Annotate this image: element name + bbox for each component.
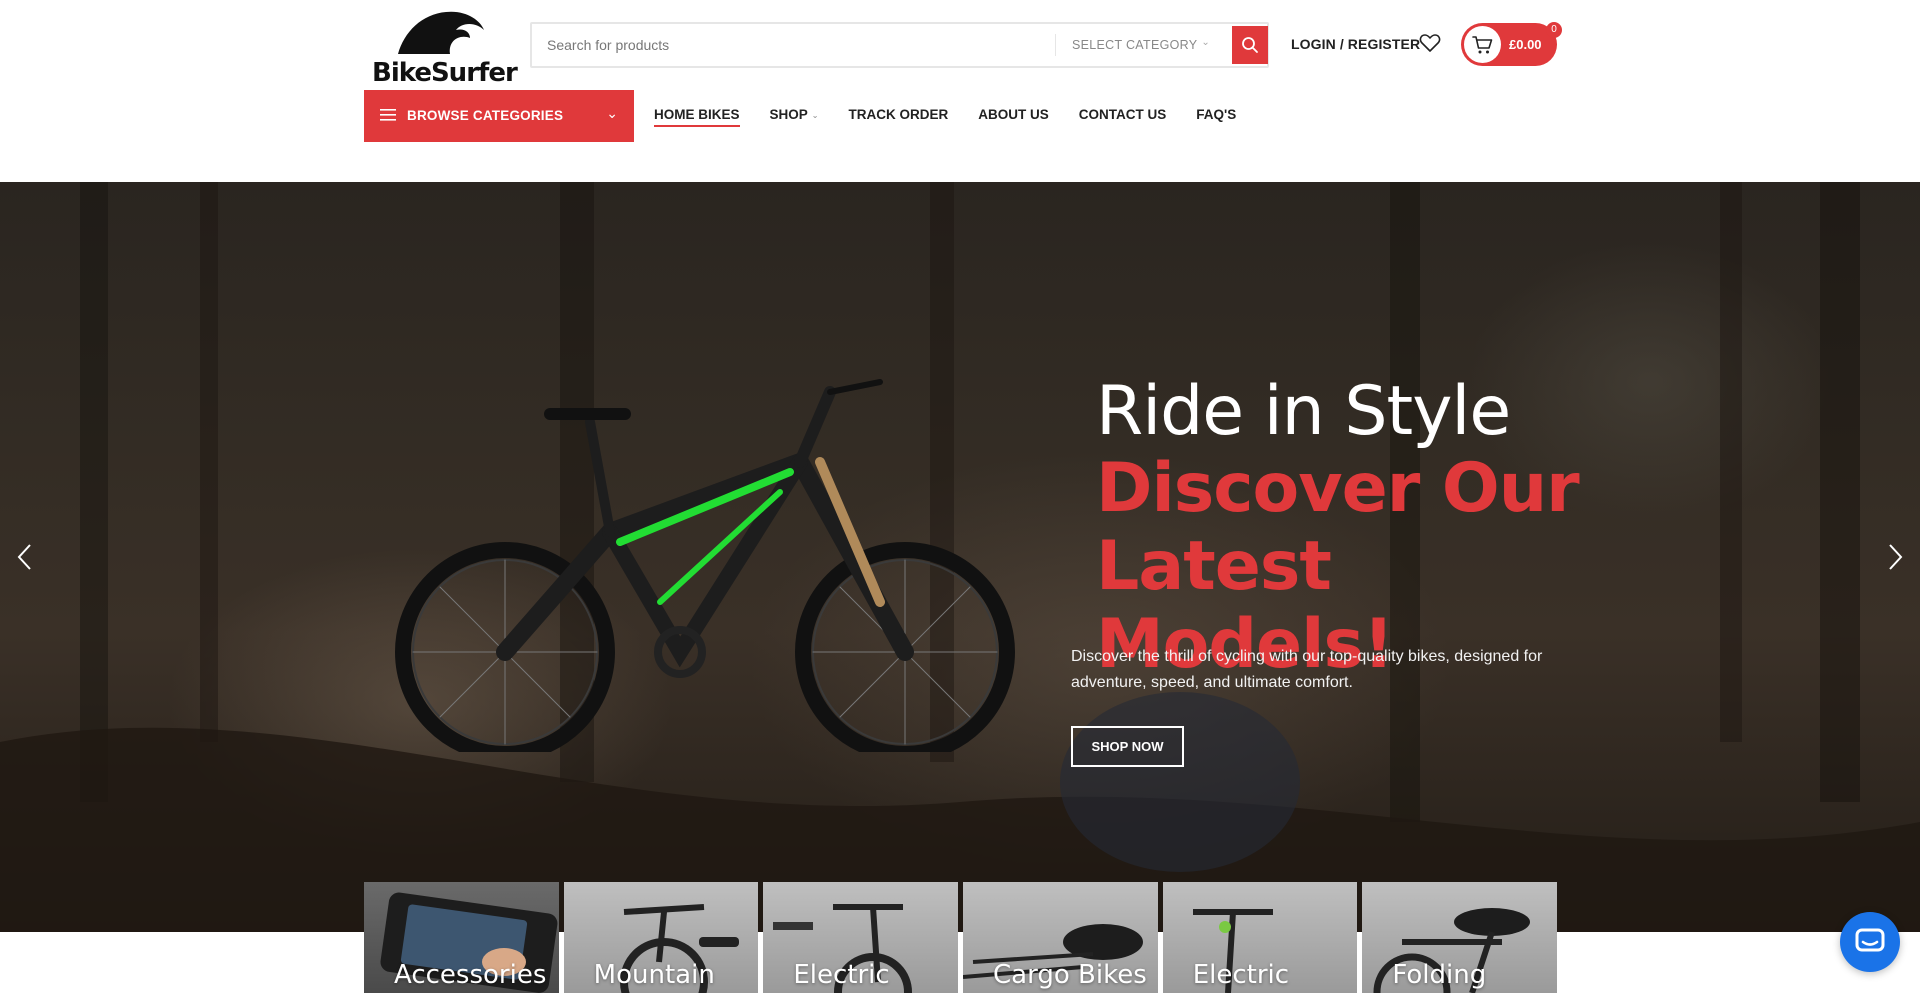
search-icon bbox=[1242, 37, 1258, 53]
category-cards: Accessories Mountain Electric Cargo Bike… bbox=[364, 882, 1558, 993]
cart-icon-wrap bbox=[1464, 26, 1501, 63]
nav-item-label: SHOP bbox=[769, 107, 808, 122]
site-logo[interactable]: BikeSurfer bbox=[372, 8, 518, 88]
category-card-accessories[interactable]: Accessories bbox=[364, 882, 559, 993]
slider-prev-button[interactable] bbox=[14, 542, 36, 577]
logo-text: BikeSurfer bbox=[372, 58, 518, 88]
cart-button[interactable]: £0.00 bbox=[1461, 23, 1557, 66]
chevron-down-icon: ⌄ bbox=[811, 110, 819, 120]
chevron-right-icon bbox=[1889, 544, 1903, 570]
mountain-bike-image bbox=[395, 379, 1015, 752]
category-label: Electric bbox=[1192, 960, 1290, 990]
category-label: Accessories bbox=[394, 960, 547, 990]
hero-slider: Ride in Style Discover Our Latest Models… bbox=[0, 182, 1920, 932]
chevron-down-icon: ⌄ bbox=[1201, 37, 1210, 48]
chat-icon bbox=[1855, 928, 1885, 952]
chevron-left-icon bbox=[17, 544, 31, 570]
main-nav: HOME BIKES SHOP ⌄ TRACK ORDER ABOUT US CO… bbox=[654, 107, 1266, 127]
nav-item-label: FAQ'S bbox=[1196, 107, 1237, 122]
search-bar: SELECT CATEGORY ⌄ bbox=[530, 22, 1269, 68]
login-register-link[interactable]: LOGIN / REGISTER bbox=[1291, 36, 1420, 52]
nav-item-home-bikes[interactable]: HOME BIKES bbox=[654, 107, 740, 127]
category-label: Electric bbox=[793, 960, 890, 990]
browse-categories-button[interactable]: BROWSE CATEGORIES ⌄ bbox=[364, 90, 634, 142]
category-label: Folding bbox=[1392, 960, 1487, 990]
site-header: BikeSurfer SELECT CATEGORY ⌄ LOGIN / REG… bbox=[0, 0, 1920, 182]
nav-item-contact-us[interactable]: CONTACT US bbox=[1079, 107, 1167, 122]
nav-item-label: HOME BIKES bbox=[654, 107, 740, 122]
slider-next-button[interactable] bbox=[1884, 542, 1906, 577]
nav-item-label: CONTACT US bbox=[1078, 107, 1167, 122]
browse-categories-label: BROWSE CATEGORIES bbox=[407, 108, 564, 123]
hero-description: Discover the thrill of cycling with our … bbox=[1071, 648, 1543, 691]
nav-item-about-us[interactable]: ABOUT US bbox=[978, 107, 1049, 122]
cart-count-badge: 0 bbox=[1546, 22, 1562, 38]
nav-item-faqs[interactable]: FAQ'S bbox=[1196, 107, 1236, 122]
hero-title: Ride in Style bbox=[1096, 372, 1511, 451]
cart-total: £0.00 bbox=[1509, 37, 1542, 52]
search-button[interactable] bbox=[1232, 26, 1268, 64]
shop-now-button[interactable]: SHOP NOW bbox=[1071, 726, 1184, 767]
cart-icon bbox=[1471, 35, 1492, 53]
category-card-electric-2[interactable]: Electric bbox=[1162, 882, 1358, 993]
wishlist-button[interactable] bbox=[1419, 33, 1441, 58]
hamburger-icon bbox=[380, 109, 396, 121]
wave-logo-icon bbox=[398, 11, 484, 55]
nav-item-label: TRACK ORDER bbox=[848, 107, 949, 122]
category-select-label: SELECT CATEGORY bbox=[1072, 38, 1198, 52]
search-input[interactable] bbox=[532, 24, 1052, 66]
category-label: Cargo Bikes bbox=[993, 960, 1147, 990]
heart-icon bbox=[1419, 34, 1441, 52]
nav-item-track-order[interactable]: TRACK ORDER bbox=[848, 107, 948, 122]
nav-item-shop[interactable]: SHOP ⌄ bbox=[770, 107, 819, 122]
category-card-folding[interactable]: Folding bbox=[1362, 882, 1558, 993]
category-card-cargo-bikes[interactable]: Cargo Bikes bbox=[963, 882, 1158, 993]
category-select[interactable]: SELECT CATEGORY ⌄ bbox=[1056, 24, 1226, 66]
category-card-electric[interactable]: Electric bbox=[763, 882, 959, 993]
nav-item-label: ABOUT US bbox=[978, 107, 1049, 122]
category-label: Mountain bbox=[593, 960, 715, 990]
chat-button[interactable] bbox=[1840, 912, 1900, 972]
chevron-down-icon: ⌄ bbox=[606, 105, 618, 121]
category-card-mountain[interactable]: Mountain bbox=[563, 882, 759, 993]
